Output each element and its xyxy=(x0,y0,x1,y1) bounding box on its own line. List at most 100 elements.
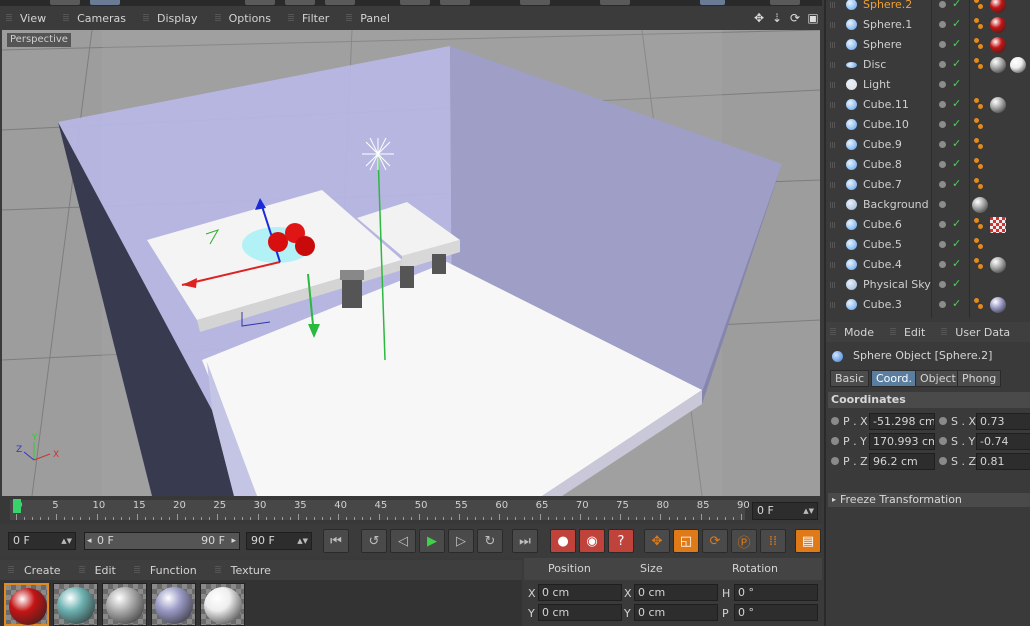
autokey-button[interactable]: ◉ xyxy=(579,529,605,553)
visibility-toggle[interactable] xyxy=(939,121,946,128)
object-name[interactable]: Sphere.2 xyxy=(863,0,912,11)
enabled-check-icon[interactable]: ✓ xyxy=(952,137,961,150)
visibility-toggle[interactable] xyxy=(939,141,946,148)
phong-tag-icon[interactable] xyxy=(974,0,984,10)
enabled-check-icon[interactable]: ✓ xyxy=(952,297,961,310)
material-menu-create[interactable]: Create xyxy=(8,564,61,577)
record-keyframe-button[interactable]: ● xyxy=(550,529,576,553)
attribute-menu-edit[interactable]: Edit xyxy=(890,326,925,339)
next-frame-button[interactable]: ▷ xyxy=(448,529,474,553)
visibility-toggle[interactable] xyxy=(939,41,946,48)
phong-tag-icon[interactable] xyxy=(974,298,984,310)
visibility-toggle[interactable] xyxy=(939,101,946,108)
pos-y-keyframe-toggle[interactable] xyxy=(831,437,839,445)
toolbar-button[interactable] xyxy=(50,0,80,5)
previous-frame-button[interactable]: ◁ xyxy=(390,529,416,553)
viewport-menu-panel[interactable]: Panel xyxy=(346,12,390,25)
object-row[interactable]: Cube.8 ✓ xyxy=(826,155,1030,175)
object-name[interactable]: Background xyxy=(863,198,929,211)
attr-pos-x-field[interactable]: -51.298 cm xyxy=(869,413,935,430)
phong-tag-icon[interactable] xyxy=(974,58,984,70)
toolbar-button[interactable] xyxy=(600,0,630,5)
next-key-button[interactable]: ↻ xyxy=(477,529,503,553)
visibility-toggle[interactable] xyxy=(939,221,946,228)
size-y-field[interactable]: 0 cm xyxy=(634,604,718,621)
viewport-3d[interactable]: Y X Z Perspective xyxy=(2,30,820,496)
timeline-ruler[interactable]: 051015202530354045505560657075808590 xyxy=(10,500,750,520)
record-scale-button[interactable]: ◱ xyxy=(673,529,699,553)
material-tag-icon[interactable] xyxy=(1010,57,1026,73)
previous-key-button[interactable]: ↺ xyxy=(361,529,387,553)
material-menu-function[interactable]: Function xyxy=(134,564,197,577)
object-row[interactable]: Cube.10 ✓ xyxy=(826,115,1030,135)
visibility-toggle[interactable] xyxy=(939,21,946,28)
play-button[interactable]: ▶ xyxy=(419,529,445,553)
object-row[interactable]: Sphere.2 ✓ xyxy=(826,0,1030,15)
object-row[interactable]: Cube.5 ✓ xyxy=(826,235,1030,255)
red-material[interactable] xyxy=(4,583,49,626)
object-row[interactable]: Cube.7 ✓ xyxy=(826,175,1030,195)
keyframe-selection-button[interactable]: ? xyxy=(608,529,634,553)
material-tag-icon[interactable] xyxy=(990,0,1006,13)
rot-p-field[interactable]: 0 ° xyxy=(734,604,818,621)
attribute-menu-user-data[interactable]: User Data xyxy=(941,326,1010,339)
visibility-toggle[interactable] xyxy=(939,301,946,308)
dolly-view-icon[interactable]: ⇣ xyxy=(770,11,784,25)
pos-x-keyframe-toggle[interactable] xyxy=(831,417,839,425)
scale-x-keyframe-toggle[interactable] xyxy=(939,417,947,425)
toolbar-button[interactable] xyxy=(770,0,800,5)
visibility-toggle[interactable] xyxy=(939,201,946,208)
object-name[interactable]: Cube.3 xyxy=(863,298,902,311)
enabled-check-icon[interactable]: ✓ xyxy=(952,257,961,270)
material-tag-icon[interactable] xyxy=(990,257,1006,273)
object-name[interactable]: Cube.8 xyxy=(863,158,902,171)
phong-tag-icon[interactable] xyxy=(974,38,984,50)
phong-tag-icon[interactable] xyxy=(974,118,984,130)
visibility-toggle[interactable] xyxy=(939,241,946,248)
lavender-material[interactable] xyxy=(151,583,196,626)
phong-tag-icon[interactable] xyxy=(974,258,984,270)
material-tag-icon[interactable] xyxy=(990,97,1006,113)
phong-tag-icon[interactable] xyxy=(974,238,984,250)
object-name[interactable]: Sphere.1 xyxy=(863,18,912,31)
material-tag-icon[interactable] xyxy=(990,217,1006,233)
pos-x-field[interactable]: 0 cm xyxy=(538,584,622,601)
object-row[interactable]: Sphere ✓ xyxy=(826,35,1030,55)
toolbar-button[interactable] xyxy=(285,0,315,5)
phong-tag-icon[interactable] xyxy=(974,178,984,190)
object-name[interactable]: Sphere xyxy=(863,38,902,51)
object-row[interactable]: Cube.3 ✓ xyxy=(826,295,1030,315)
toolbar-button[interactable] xyxy=(440,0,470,5)
attr-scale-z-field[interactable]: 0.81 xyxy=(976,453,1030,470)
object-name[interactable]: Cube.4 xyxy=(863,258,902,271)
object-row[interactable]: Disc ✓ xyxy=(826,55,1030,75)
pos-y-field[interactable]: 0 cm xyxy=(538,604,622,621)
camera-label[interactable]: Perspective xyxy=(7,33,71,47)
enabled-check-icon[interactable]: ✓ xyxy=(952,237,961,250)
material-tag-icon[interactable] xyxy=(972,197,988,213)
viewport-menu-options[interactable]: Options xyxy=(215,12,271,25)
enabled-check-icon[interactable]: ✓ xyxy=(952,0,961,10)
object-name[interactable]: Cube.7 xyxy=(863,178,902,191)
enabled-check-icon[interactable]: ✓ xyxy=(952,97,961,110)
enabled-check-icon[interactable]: ✓ xyxy=(952,157,961,170)
attr-pos-z-field[interactable]: 96.2 cm xyxy=(869,453,935,470)
tab-phong[interactable]: Phong xyxy=(957,370,1002,387)
viewport-menu-view[interactable]: View xyxy=(6,12,46,25)
freeze-transformation-group[interactable]: ▸ Freeze Transformation xyxy=(828,493,1030,507)
go-to-end-button[interactable]: ⏭ xyxy=(512,529,538,553)
material-menu-texture[interactable]: Texture xyxy=(215,564,271,577)
tab-object[interactable]: Object xyxy=(915,370,961,387)
toolbar-button[interactable] xyxy=(700,0,725,5)
material-tag-icon[interactable] xyxy=(990,37,1006,53)
visibility-toggle[interactable] xyxy=(939,1,946,8)
toolbar-button[interactable] xyxy=(245,0,275,5)
timeline-scheme-button[interactable]: ▤ xyxy=(795,529,821,553)
frame-range-slider[interactable]: ◂ 0 F 90 F ▸ xyxy=(84,532,240,550)
current-frame-field[interactable]: 0 F ▲▼ xyxy=(752,502,818,520)
scale-y-keyframe-toggle[interactable] xyxy=(939,437,947,445)
viewport-menu-display[interactable]: Display xyxy=(143,12,198,25)
object-row[interactable]: Cube.4 ✓ xyxy=(826,255,1030,275)
gray-material[interactable] xyxy=(102,583,147,626)
record-pla-button[interactable]: ⁞⁞ xyxy=(760,529,786,553)
